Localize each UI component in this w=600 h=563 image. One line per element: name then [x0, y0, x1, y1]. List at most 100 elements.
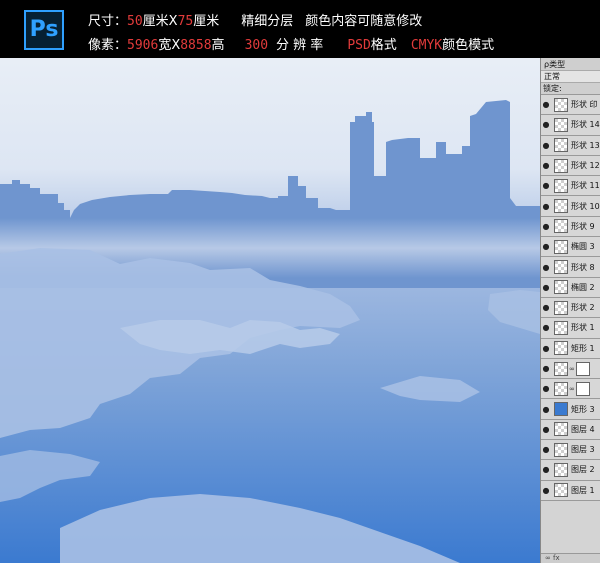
- visibility-eye-icon[interactable]: ●: [541, 141, 551, 150]
- visibility-eye-icon[interactable]: ●: [541, 263, 551, 272]
- layer-name: 椭圆 3: [571, 242, 595, 252]
- visibility-eye-icon[interactable]: ●: [541, 161, 551, 170]
- visibility-eye-icon[interactable]: ●: [541, 445, 551, 454]
- layer-row[interactable]: ● 形状 12: [541, 155, 600, 177]
- layer-name: 矩形 3: [571, 404, 595, 414]
- layer-thumbnail: [554, 341, 568, 356]
- layer-thumbnail: [554, 158, 568, 173]
- layer-row[interactable]: ● 矩形 1: [541, 338, 600, 359]
- layer-row[interactable]: ● 形状 1: [541, 318, 600, 339]
- layers-footer-toolbar[interactable]: ∞ fx: [541, 553, 600, 563]
- layer-thumbnail: [554, 178, 568, 193]
- layer-row[interactable]: ● 图层 2: [541, 460, 600, 481]
- layer-mask-thumbnail[interactable]: [575, 381, 590, 396]
- artwork-canvas[interactable]: [0, 58, 540, 563]
- visibility-eye-icon[interactable]: ●: [541, 486, 551, 495]
- layer-row[interactable]: ● 矩形 3: [541, 399, 600, 420]
- layer-row[interactable]: ● ∞: [541, 358, 600, 380]
- layer-row[interactable]: ● 形状 印: [541, 95, 600, 116]
- visibility-eye-icon[interactable]: ●: [541, 242, 551, 251]
- layer-name: 形状 印: [571, 100, 598, 110]
- layer-thumbnail: [554, 462, 568, 477]
- layer-thumbnail: [554, 219, 568, 234]
- layer-name: 形状 13: [571, 140, 600, 150]
- layer-mask-thumbnail[interactable]: [575, 361, 590, 376]
- layer-thumbnail: [554, 320, 568, 335]
- layer-row[interactable]: ● 图层 4: [541, 419, 600, 441]
- layer-thumbnail: [554, 483, 568, 498]
- layer-thumbnail: [554, 239, 568, 254]
- visibility-eye-icon[interactable]: ●: [541, 364, 551, 373]
- layer-thumbnail: [554, 97, 568, 112]
- layer-row[interactable]: ● 形状 8: [541, 257, 600, 278]
- layer-row[interactable]: ● ∞: [541, 379, 600, 400]
- layer-row[interactable]: ● 椭圆 2: [541, 277, 600, 298]
- pixel-wide-label: 宽X: [158, 38, 181, 53]
- layer-name: 形状 1: [571, 323, 595, 333]
- size-label: 尺寸：: [88, 14, 128, 29]
- layer-filter-label[interactable]: ρ类型: [544, 59, 565, 70]
- visibility-eye-icon[interactable]: ●: [541, 120, 551, 129]
- layer-name: 椭圆 2: [571, 282, 595, 292]
- pixel-info-line: 像素：5906宽X8858高 300 分 辨 率 PSD格式 CMYK颜色模式: [88, 34, 494, 53]
- layer-name: 形状 9: [571, 221, 595, 231]
- visibility-eye-icon[interactable]: ●: [541, 202, 551, 211]
- layer-name: 形状 8: [571, 262, 595, 272]
- layer-list: ● 形状 印 ● 形状 14 ● 形状 13 ● 形状 12 ● 形状 11 ● 形状 10 ● 形状 9…: [541, 95, 600, 501]
- layer-filter-bar[interactable]: ρ类型: [541, 58, 600, 71]
- size-unit: 厘米: [193, 14, 220, 29]
- layer-row[interactable]: ● 形状 2: [541, 297, 600, 319]
- layer-name: 形状 11: [571, 181, 600, 191]
- layer-row[interactable]: ● 形状 14: [541, 115, 600, 136]
- visibility-eye-icon[interactable]: ●: [541, 303, 551, 312]
- layer-row[interactable]: ● 形状 9: [541, 216, 600, 238]
- layer-thumbnail: [554, 300, 568, 315]
- resolution-value: 300: [244, 38, 269, 53]
- blend-mode-select[interactable]: 正常: [541, 71, 600, 83]
- visibility-eye-icon[interactable]: ●: [541, 222, 551, 231]
- info-banner: Ps 尺寸：50厘米X75厘米 精细分层 颜色内容可随意修改 像素：5906宽X88…: [0, 0, 600, 58]
- visibility-eye-icon[interactable]: ●: [541, 425, 551, 434]
- layer-thumbnail: [554, 402, 568, 417]
- layer-row[interactable]: ● 形状 13: [541, 135, 600, 156]
- layer-thumbnail: [554, 260, 568, 275]
- photoshop-logo-icon: Ps: [24, 10, 64, 50]
- layer-thumbnail: [554, 117, 568, 132]
- visibility-eye-icon[interactable]: ●: [541, 283, 551, 292]
- layer-row[interactable]: ● 椭圆 3: [541, 237, 600, 258]
- color-mode-value: CMYK: [410, 38, 443, 53]
- layer-row[interactable]: ● 图层 1: [541, 480, 600, 501]
- lock-label: 锁定:: [543, 84, 562, 93]
- color-mode-label: 颜色模式: [442, 38, 495, 53]
- layer-name: 矩形 1: [571, 343, 595, 353]
- visibility-eye-icon[interactable]: ●: [541, 344, 551, 353]
- size-width-value: 50: [127, 14, 143, 29]
- visibility-eye-icon[interactable]: ●: [541, 405, 551, 414]
- layer-row[interactable]: ● 图层 3: [541, 440, 600, 461]
- pixel-label: 像素：: [88, 38, 128, 53]
- layer-name: 图层 2: [571, 465, 595, 475]
- size-unit-x: 厘米X: [142, 14, 178, 29]
- format-value: PSD: [347, 38, 371, 53]
- visibility-eye-icon[interactable]: ●: [541, 465, 551, 474]
- visibility-eye-icon[interactable]: ●: [541, 181, 551, 190]
- link-fx-icons[interactable]: ∞ fx: [545, 554, 560, 562]
- layer-name: 图层 1: [571, 485, 595, 495]
- visibility-eye-icon[interactable]: ●: [541, 100, 551, 109]
- visibility-eye-icon[interactable]: ●: [541, 384, 551, 393]
- pixel-high-label: 高: [211, 38, 225, 53]
- layer-thumbnail: [554, 442, 568, 457]
- layer-thumbnail: [554, 280, 568, 295]
- mask-link-icon[interactable]: ∞: [569, 365, 575, 373]
- blend-mode-value: 正常: [544, 72, 560, 81]
- layer-thumbnail: [554, 199, 568, 214]
- editable-desc: 颜色内容可随意修改: [305, 14, 423, 29]
- layers-panel: ρ类型 正常 锁定: ● 形状 印 ● 形状 14 ● 形状 13 ● 形状 12 ● 形状 11…: [540, 58, 600, 563]
- layer-name: 形状 2: [571, 303, 595, 313]
- pixel-height-value: 8858: [180, 38, 212, 53]
- layer-row[interactable]: ● 形状 10: [541, 196, 600, 217]
- mask-link-icon[interactable]: ∞: [569, 385, 575, 393]
- layer-row[interactable]: ● 形状 11: [541, 176, 600, 197]
- lock-bar[interactable]: 锁定:: [541, 83, 600, 95]
- visibility-eye-icon[interactable]: ●: [541, 323, 551, 332]
